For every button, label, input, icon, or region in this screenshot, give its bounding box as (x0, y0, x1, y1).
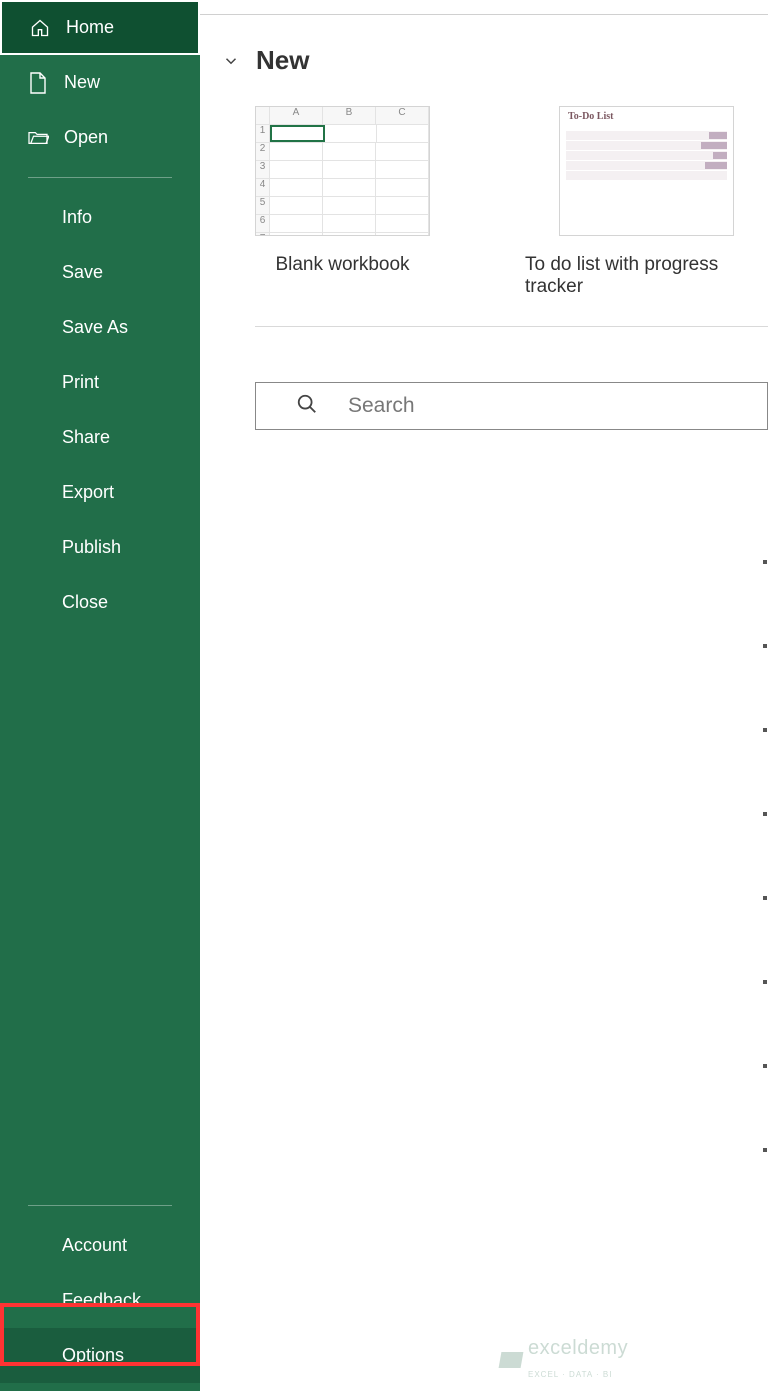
sidebar-item-close[interactable]: Close (0, 575, 200, 630)
watermark-logo-icon (499, 1352, 524, 1368)
search-input[interactable] (348, 394, 767, 418)
sidebar-divider-bottom (28, 1205, 172, 1206)
folder-open-icon (26, 129, 50, 147)
sidebar-item-save[interactable]: Save (0, 245, 200, 300)
new-section-header[interactable]: New (200, 15, 768, 91)
chevron-down-icon (218, 52, 244, 70)
sidebar-item-open[interactable]: Open (0, 110, 200, 165)
search-icon (296, 393, 318, 420)
new-section-label: New (256, 45, 309, 76)
watermark-tag: EXCEL · DATA · BI (528, 1370, 612, 1379)
template-todo-label: To do list with progress tracker (525, 254, 768, 298)
template-gallery: ABC 1 2 3 4 5 6 7 Blank workbook To-Do L… (200, 106, 768, 298)
sidebar-item-export[interactable]: Export (0, 465, 200, 520)
sidebar-item-print[interactable]: Print (0, 355, 200, 410)
sidebar-item-account[interactable]: Account (0, 1218, 200, 1273)
template-todo-list[interactable]: To-Do List To do list with progress trac… (525, 106, 768, 298)
watermark: exceldemy EXCEL · DATA · BI (500, 1337, 628, 1383)
sidebar-item-saveas[interactable]: Save As (0, 300, 200, 355)
search-box[interactable] (255, 382, 768, 430)
template-blank-label: Blank workbook (275, 254, 409, 276)
watermark-brand: exceldemy (528, 1337, 628, 1360)
sidebar-new-label: New (64, 72, 100, 93)
backstage-main: New ABC 1 2 3 4 5 6 7 Blank workbook (200, 0, 768, 1391)
template-todo-thumb: To-Do List (559, 106, 734, 236)
sidebar-item-info[interactable]: Info (0, 190, 200, 245)
sidebar-item-publish[interactable]: Publish (0, 520, 200, 575)
document-icon (26, 72, 50, 94)
sidebar-divider (28, 177, 172, 178)
gallery-divider (255, 326, 768, 327)
template-blank-thumb: ABC 1 2 3 4 5 6 7 (255, 106, 430, 236)
sidebar-home-label: Home (66, 17, 114, 38)
scrollbar-hint (763, 560, 767, 1361)
template-blank-workbook[interactable]: ABC 1 2 3 4 5 6 7 Blank workbook (255, 106, 430, 298)
sidebar-item-new[interactable]: New (0, 55, 200, 110)
sidebar-item-home[interactable]: Home (0, 0, 200, 55)
sidebar-item-options[interactable]: Options (0, 1328, 200, 1383)
home-icon (28, 18, 52, 38)
sidebar-open-label: Open (64, 127, 108, 148)
sidebar-item-feedback[interactable]: Feedback (0, 1273, 200, 1328)
backstage-sidebar: Home New Open Info Save Save As Print Sh… (0, 0, 200, 1391)
sidebar-item-share[interactable]: Share (0, 410, 200, 465)
